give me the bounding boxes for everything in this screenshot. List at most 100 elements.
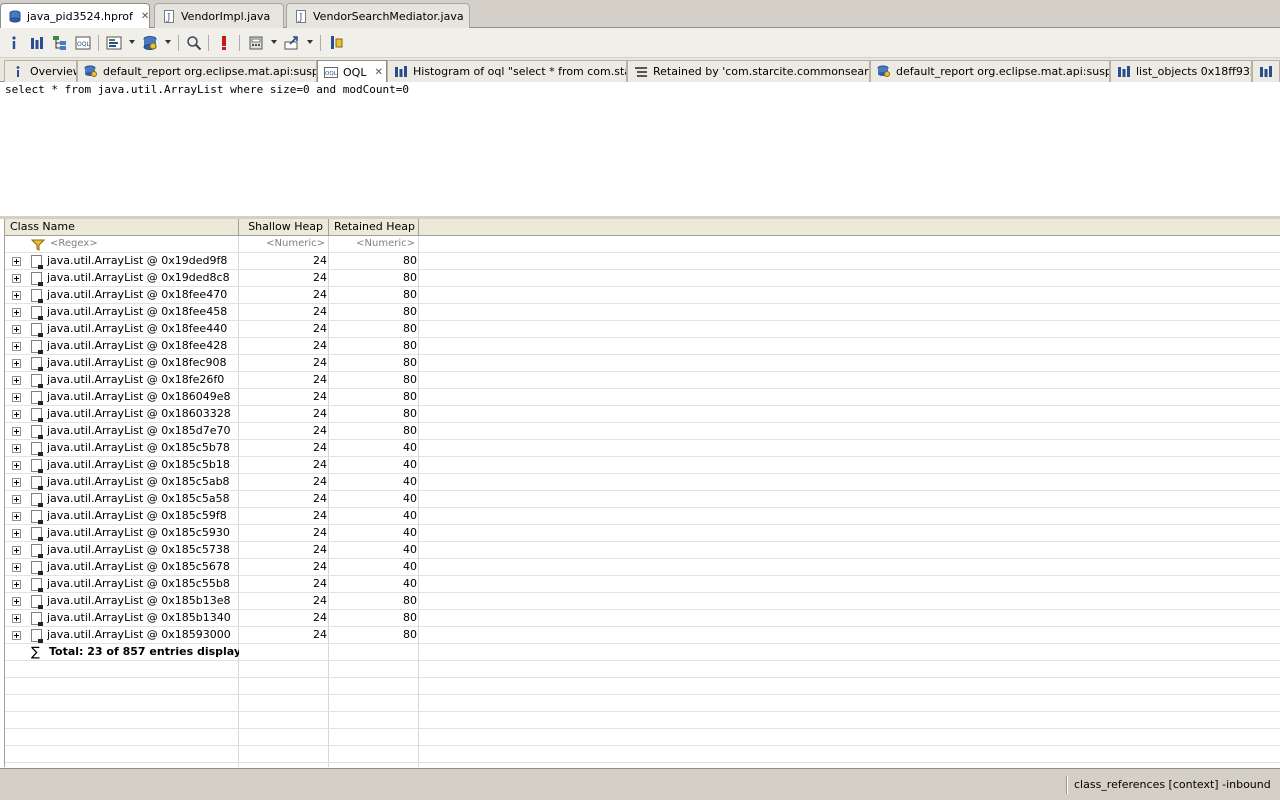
table-row[interactable]: java.util.ArrayList @ 0x185c5678 24 40: [5, 559, 1280, 576]
expand-icon[interactable]: [12, 580, 21, 589]
expand-icon[interactable]: [12, 614, 21, 623]
tab-histogram-oql[interactable]: Histogram of oql "select * from com.star…: [387, 60, 627, 82]
table-row[interactable]: java.util.ArrayList @ 0x18fee440 24 80: [5, 321, 1280, 338]
toolbar-separator: [208, 35, 209, 51]
histogram-button[interactable]: [27, 33, 47, 53]
column-header-retained-heap[interactable]: Retained Heap: [329, 219, 419, 236]
leak-suspects-button[interactable]: [140, 33, 160, 53]
expand-icon[interactable]: [12, 376, 21, 385]
expand-icon[interactable]: [12, 546, 21, 555]
copy-button[interactable]: [326, 33, 346, 53]
table-row[interactable]: java.util.ArrayList @ 0x185c5ab8 24 40: [5, 474, 1280, 491]
shallow-heap-cell: 24: [313, 509, 327, 522]
expand-icon[interactable]: [12, 478, 21, 487]
expand-icon[interactable]: [12, 461, 21, 470]
tab-overview[interactable]: Overview: [4, 60, 77, 82]
total-row: ∑ Total: 23 of 857 entries displayed: [5, 644, 1280, 661]
tab-label: Histogram of oql "select * from com.star…: [413, 65, 627, 78]
close-icon[interactable]: ✕: [374, 67, 382, 78]
column-header-shallow-heap[interactable]: Shallow Heap: [239, 219, 329, 236]
retained-heap-cell: 40: [403, 543, 417, 556]
table-row[interactable]: java.util.ArrayList @ 0x185b1340 24 80: [5, 610, 1280, 627]
class-name-cell: java.util.ArrayList @ 0x18fee470: [47, 288, 228, 301]
editor-tab-vendorsearchmediator[interactable]: J VendorSearchMediator.java: [286, 3, 470, 28]
table-row[interactable]: java.util.ArrayList @ 0x18593000 24 80: [5, 627, 1280, 644]
tab-default-report[interactable]: default_report org.eclipse.mat.api:suspe…: [77, 60, 317, 82]
expand-icon[interactable]: [12, 495, 21, 504]
tab-oql[interactable]: OQL OQL ✕: [317, 60, 387, 83]
object-instance-icon: [31, 612, 43, 626]
table-row[interactable]: java.util.ArrayList @ 0x185c5930 24 40: [5, 525, 1280, 542]
expand-icon[interactable]: [12, 308, 21, 317]
object-instance-icon: [31, 442, 43, 456]
table-row[interactable]: java.util.ArrayList @ 0x18fe26f0 24 80: [5, 372, 1280, 389]
expand-icon[interactable]: [12, 512, 21, 521]
table-row[interactable]: java.util.ArrayList @ 0x18fec908 24 80: [5, 355, 1280, 372]
table-row[interactable]: java.util.ArrayList @ 0x185c5b18 24 40: [5, 457, 1280, 474]
tab-default-report-2[interactable]: default_report org.eclipse.mat.api:suspe…: [870, 60, 1110, 82]
stop-button[interactable]: [214, 33, 234, 53]
object-instance-icon: [31, 459, 43, 473]
expand-icon[interactable]: [12, 342, 21, 351]
table-row[interactable]: java.util.ArrayList @ 0x18603328 24 80: [5, 406, 1280, 423]
report-icon: [877, 65, 891, 78]
expand-icon[interactable]: [12, 563, 21, 572]
table-row[interactable]: java.util.ArrayList @ 0x18fee428 24 80: [5, 338, 1280, 355]
column-header-class-name[interactable]: Class Name: [5, 219, 239, 236]
shallow-heap-filter-input[interactable]: <Numeric>: [239, 236, 325, 253]
table-row[interactable]: java.util.ArrayList @ 0x185c59f8 24 40: [5, 508, 1280, 525]
class-name-cell: java.util.ArrayList @ 0x18fe26f0: [47, 373, 225, 386]
chevron-down-icon[interactable]: [129, 40, 135, 44]
retained-heap-cell: 40: [403, 577, 417, 590]
expand-icon[interactable]: [12, 291, 21, 300]
table-row[interactable]: java.util.ArrayList @ 0x185c5b78 24 40: [5, 440, 1280, 457]
chevron-down-icon[interactable]: [165, 40, 171, 44]
tab-retained-by[interactable]: Retained by 'com.starcite.commonsearch..…: [627, 60, 870, 82]
expand-icon[interactable]: [12, 325, 21, 334]
table-row[interactable]: java.util.ArrayList @ 0x185d7e70 24 80: [5, 423, 1280, 440]
table-row[interactable]: java.util.ArrayList @ 0x185c55b8 24 40: [5, 576, 1280, 593]
expand-icon[interactable]: [12, 427, 21, 436]
editor-tab-hprof[interactable]: java_pid3524.hprof ✕: [0, 3, 150, 29]
table-row[interactable]: java.util.ArrayList @ 0x19ded8c8 24 80: [5, 270, 1280, 287]
object-instance-icon: [31, 408, 43, 422]
tab-list-objects[interactable]: list_objects 0x18ff9320: [1110, 60, 1252, 82]
copy-icon: [331, 36, 343, 49]
expand-icon[interactable]: [12, 529, 21, 538]
expand-icon[interactable]: [12, 359, 21, 368]
expand-icon[interactable]: [12, 597, 21, 606]
oql-query-editor[interactable]: select * from java.util.ArrayList where …: [4, 82, 1280, 218]
tab-label: list_objects 0x18ff9320: [1136, 65, 1252, 78]
expand-icon[interactable]: [12, 410, 21, 419]
class-name-cell: java.util.ArrayList @ 0x186049e8: [47, 390, 231, 403]
retained-heap-cell: 80: [403, 407, 417, 420]
chevron-down-icon[interactable]: [307, 40, 313, 44]
editor-tab-vendorimpl[interactable]: J VendorImpl.java: [154, 3, 284, 28]
expand-icon[interactable]: [12, 393, 21, 402]
export-button[interactable]: [282, 33, 302, 53]
table-row[interactable]: java.util.ArrayList @ 0x18fee470 24 80: [5, 287, 1280, 304]
expand-icon[interactable]: [12, 274, 21, 283]
table-row[interactable]: java.util.ArrayList @ 0x19ded9f8 24 80: [5, 253, 1280, 270]
expand-icon[interactable]: [12, 631, 21, 640]
chevron-down-icon[interactable]: [271, 40, 277, 44]
filter-row: <Regex> <Numeric> <Numeric>: [5, 236, 1280, 253]
class-name-filter-input[interactable]: <Regex>: [50, 236, 235, 253]
expand-icon[interactable]: [12, 257, 21, 266]
oql-button[interactable]: OQL: [73, 33, 93, 53]
expand-icon[interactable]: [12, 444, 21, 453]
retained-heap-filter-input[interactable]: <Numeric>: [329, 236, 415, 253]
info-button[interactable]: [4, 33, 24, 53]
table-row[interactable]: java.util.ArrayList @ 0x185b13e8 24 80: [5, 593, 1280, 610]
table-row[interactable]: java.util.ArrayList @ 0x186049e8 24 80: [5, 389, 1280, 406]
close-icon[interactable]: ✕: [141, 11, 149, 22]
tab-overflow[interactable]: li: [1252, 60, 1280, 82]
thread-overview-button[interactable]: [104, 33, 124, 53]
table-row[interactable]: java.util.ArrayList @ 0x185c5a58 24 40: [5, 491, 1280, 508]
calculator-button[interactable]: [246, 33, 266, 53]
search-button[interactable]: [184, 33, 204, 53]
dominator-tree-button[interactable]: [50, 33, 70, 53]
table-row[interactable]: java.util.ArrayList @ 0x185c5738 24 40: [5, 542, 1280, 559]
table-row[interactable]: java.util.ArrayList @ 0x18fee458 24 80: [5, 304, 1280, 321]
tab-label: Retained by 'com.starcite.commonsearch..…: [653, 65, 869, 78]
